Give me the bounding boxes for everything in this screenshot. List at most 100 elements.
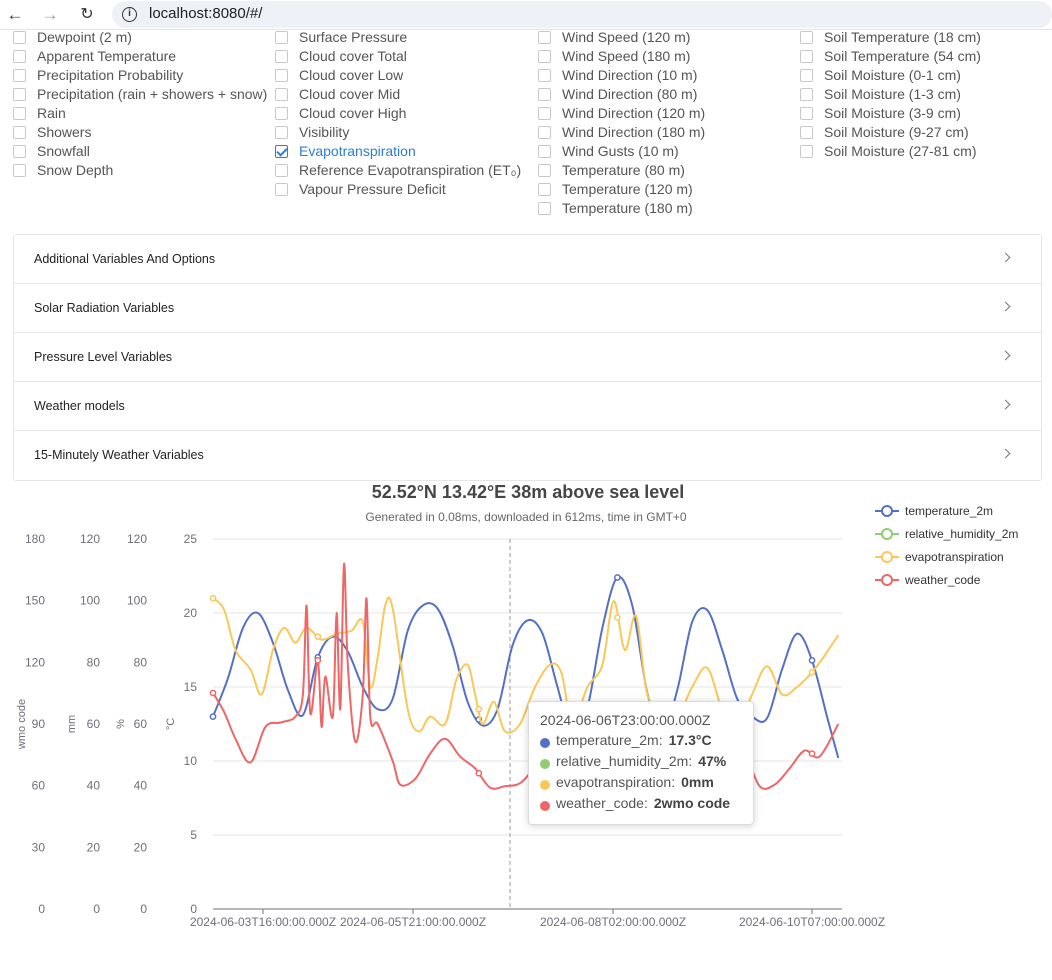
checkbox-label[interactable]: Cloud cover High [299, 105, 406, 121]
series-marker-evapotranspiration [614, 614, 621, 621]
checkbox[interactable] [538, 69, 551, 82]
checkbox-label[interactable]: Cloud cover Total [299, 48, 407, 64]
checkbox-label[interactable]: Wind Speed (180 m) [562, 48, 690, 64]
checkbox-label[interactable]: Visibility [299, 124, 349, 140]
checkbox-label[interactable]: Snow Depth [37, 162, 113, 178]
checkbox-label[interactable]: Wind Gusts (10 m) [562, 143, 679, 159]
checkbox-label[interactable]: Soil Temperature (18 cm) [824, 29, 981, 45]
checkbox[interactable] [800, 145, 813, 158]
checkbox-label[interactable]: Reference Evapotranspiration (ET₀) [299, 162, 521, 178]
checkbox[interactable] [538, 183, 551, 196]
chevron-right-icon [1000, 252, 1011, 263]
checkbox-label[interactable]: Wind Direction (80 m) [562, 86, 697, 102]
checkbox-label[interactable]: Dewpoint (2 m) [37, 29, 132, 45]
checkbox[interactable] [275, 183, 288, 196]
checkbox[interactable] [800, 69, 813, 82]
y-tick-label: 20 [134, 840, 148, 854]
tooltip-row-evapotranspiration: evapotranspiration: 0mm [540, 774, 742, 795]
address-bar[interactable]: i localhost:8080/#/ [112, 1, 1052, 28]
chevron-right-icon [1000, 448, 1011, 459]
x-tick-label: 2024-06-10T07:00:00.000Z [739, 915, 885, 929]
checkbox[interactable] [800, 107, 813, 120]
y-tick-label: 40 [134, 779, 148, 793]
checkbox-label[interactable]: Snowfall [37, 143, 90, 159]
checkbox[interactable] [13, 50, 26, 63]
series-marker-evapotranspiration [209, 594, 217, 602]
accordion-weather-models[interactable]: Weather models [14, 382, 1041, 431]
checkbox[interactable] [13, 126, 26, 139]
checkbox[interactable] [13, 145, 26, 158]
tooltip-series-name: temperature_2m [556, 732, 659, 748]
y-tick-label: 20 [184, 606, 198, 620]
forward-arrow-icon[interactable]: → [39, 4, 61, 26]
checkbox-label[interactable]: Apparent Temperature [37, 48, 176, 64]
checkbox[interactable] [13, 164, 26, 177]
checkbox[interactable] [275, 145, 288, 158]
checkbox[interactable] [800, 88, 813, 101]
y-tick-label: 0 [38, 902, 45, 916]
checkbox-label[interactable]: Cloud cover Mid [299, 86, 400, 102]
checkbox-label[interactable]: Wind Direction (120 m) [562, 105, 705, 121]
accordion-15-minutely[interactable]: 15-Minutely Weather Variables [14, 431, 1041, 480]
checkbox[interactable] [275, 164, 288, 177]
checkbox-label[interactable]: Wind Speed (120 m) [562, 29, 690, 45]
checkbox-label[interactable]: Showers [37, 124, 91, 140]
checkbox[interactable] [538, 107, 551, 120]
y-tick-label: 100 [80, 594, 100, 608]
checkbox-label[interactable]: Soil Moisture (27-81 cm) [824, 143, 977, 159]
checkbox-label[interactable]: Temperature (80 m) [562, 162, 685, 178]
accordion-additional-variables[interactable]: Additional Variables And Options [14, 235, 1041, 284]
checkbox[interactable] [275, 69, 288, 82]
checkbox[interactable] [13, 69, 26, 82]
series-marker-evapotranspiration [808, 668, 816, 676]
checkbox[interactable] [275, 50, 288, 63]
checkbox-label[interactable]: Soil Moisture (0-1 cm) [824, 67, 961, 83]
site-info-icon[interactable]: i [122, 7, 137, 22]
checkbox-label[interactable]: Precipitation (rain + showers + snow) [37, 86, 267, 102]
checkbox-label[interactable]: Temperature (120 m) [562, 181, 693, 197]
checkbox[interactable] [800, 50, 813, 63]
checkbox-label[interactable]: Soil Temperature (54 cm) [824, 48, 981, 64]
checkbox[interactable] [13, 88, 26, 101]
series-marker-temperature_2m [475, 716, 483, 723]
back-arrow-icon[interactable]: ← [4, 4, 26, 26]
y-tick-label: 60 [32, 779, 46, 793]
checkbox[interactable] [538, 31, 551, 44]
checkbox[interactable] [538, 50, 551, 63]
checkbox[interactable] [275, 31, 288, 44]
checkbox[interactable] [538, 88, 551, 101]
checkbox-label[interactable]: Soil Moisture (3-9 cm) [824, 105, 961, 121]
checkbox[interactable] [800, 31, 813, 44]
checkbox[interactable] [800, 126, 813, 139]
reload-icon[interactable]: ↻ [76, 4, 98, 26]
checkbox[interactable] [538, 164, 551, 177]
checkbox-label[interactable]: Vapour Pressure Deficit [299, 181, 446, 197]
checkbox-label[interactable]: Surface Pressure [299, 29, 407, 45]
checkbox-label[interactable]: Evapotranspiration [299, 143, 416, 159]
checkbox[interactable] [275, 88, 288, 101]
chevron-right-icon [1000, 301, 1011, 312]
url-text[interactable]: localhost:8080/#/ [149, 5, 262, 22]
checkbox[interactable] [13, 107, 26, 120]
checkbox-label[interactable]: Rain [37, 105, 66, 121]
accordion-solar-radiation[interactable]: Solar Radiation Variables [14, 284, 1041, 333]
x-tick-label: 2024-06-03T16:00:00.000Z [190, 915, 336, 929]
checkbox[interactable] [538, 202, 551, 215]
y-tick-label: 90 [32, 717, 46, 731]
checkbox-label[interactable]: Temperature (180 m) [562, 200, 693, 216]
series-marker-weather_code [475, 769, 483, 777]
checkbox[interactable] [538, 145, 551, 158]
checkbox-label[interactable]: Precipitation Probability [37, 67, 183, 83]
checkbox-label[interactable]: Wind Direction (10 m) [562, 67, 697, 83]
accordion-pressure-level[interactable]: Pressure Level Variables [14, 333, 1041, 382]
checkbox-label[interactable]: Wind Direction (180 m) [562, 124, 705, 140]
series-marker-weather_code [314, 657, 322, 664]
checkbox[interactable] [538, 126, 551, 139]
tooltip-value: 0mm [681, 774, 714, 790]
checkbox-label[interactable]: Soil Moisture (9-27 cm) [824, 124, 969, 140]
checkbox-label[interactable]: Cloud cover Low [299, 67, 403, 83]
checkbox[interactable] [275, 107, 288, 120]
checkbox-label[interactable]: Soil Moisture (1-3 cm) [824, 86, 961, 102]
checkbox[interactable] [13, 31, 26, 44]
checkbox[interactable] [275, 126, 288, 139]
